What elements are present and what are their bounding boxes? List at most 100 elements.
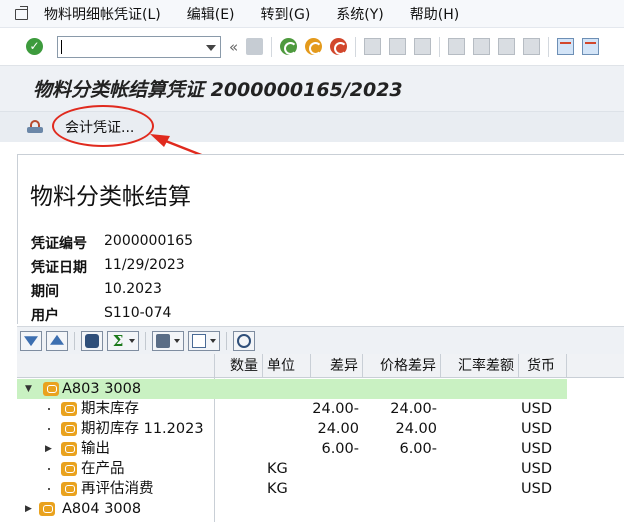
first-page-icon[interactable] [448, 38, 466, 55]
next-page-icon[interactable] [498, 38, 516, 55]
node-icon [61, 402, 77, 416]
difference-cell: 6.00- [321, 441, 359, 457]
node-label: 期初库存 11.2023 [81, 421, 204, 437]
tree-row[interactable]: 再评估消费 KG USD [17, 479, 624, 499]
grid-header: 数量 单位 差异 价格差异 汇率差额 货币 [17, 354, 624, 378]
print-button[interactable] [152, 330, 184, 351]
unit-cell [263, 399, 311, 419]
column-header-difference[interactable]: 差异 [311, 354, 363, 378]
tree-row[interactable]: ▶ 输出 6.00- 6.00- USD [17, 439, 624, 459]
difference-cell: 24.00- [312, 401, 359, 417]
column-header-quantity[interactable]: 数量 [215, 354, 263, 378]
info-icon [237, 333, 251, 348]
tree-row[interactable]: ▼ A803 3008 [17, 379, 624, 399]
node-icon [43, 382, 59, 396]
tree-dot [48, 488, 50, 490]
node-icon [39, 502, 55, 516]
command-dropdown-icon[interactable] [206, 44, 216, 51]
tree-grid: 数量 单位 差异 价格差异 汇率差额 货币 ▼ A803 3008 期末库存 2… [17, 354, 624, 522]
standard-toolbar: ✓ « [0, 28, 624, 66]
chevron-down-icon[interactable] [174, 338, 180, 343]
shortcut-icon[interactable] [582, 38, 600, 55]
prev-page-icon[interactable] [473, 38, 491, 55]
tree-row[interactable]: 期末库存 24.00- 24.00- USD [17, 399, 624, 419]
node-label: A804 3008 [62, 501, 142, 517]
command-field[interactable] [57, 35, 221, 58]
column-header-currency[interactable]: 货币 [519, 354, 567, 378]
find-next-icon[interactable] [414, 38, 432, 55]
grid-toolbar: Σ [17, 326, 624, 354]
find-icon[interactable] [389, 38, 407, 55]
doc-number-label: 凭证编号 [31, 236, 87, 252]
node-label: 期末库存 [81, 401, 139, 417]
ok-icon[interactable]: ✓ [26, 38, 43, 55]
unit-cell [263, 439, 311, 459]
node-icon [61, 462, 77, 476]
expand-all-icon [24, 336, 38, 347]
menu-item-goto[interactable]: 转到(G) [261, 4, 311, 24]
currency-cell: USD [521, 401, 552, 417]
chevron-down-icon[interactable] [129, 338, 135, 343]
price-difference-cell [363, 459, 441, 479]
document-header: 物料分类帐结算 凭证编号 2000000165 凭证日期 11/29/2023 … [17, 154, 624, 324]
currency-cell: USD [521, 421, 552, 437]
expand-all-button[interactable] [20, 330, 42, 351]
collapse-toolbar-icon[interactable]: « [229, 38, 238, 56]
print-icon[interactable] [364, 38, 382, 55]
back-icon[interactable] [280, 38, 298, 55]
expand-triangle-icon[interactable]: ▼ [25, 379, 32, 399]
sigma-icon: Σ [112, 331, 124, 350]
text-caret [61, 39, 62, 54]
tree-row[interactable]: ▶ A804 3008 [17, 499, 624, 519]
last-page-icon[interactable] [523, 38, 541, 55]
menu-item-help[interactable]: 帮助(H) [410, 4, 459, 24]
grid-toolbar-separator [226, 331, 227, 350]
layout-button[interactable] [188, 330, 220, 351]
menu-item-edit[interactable]: 编辑(E) [187, 4, 235, 24]
grid-toolbar-separator [145, 331, 146, 350]
accounting-doc-icon[interactable] [27, 120, 43, 134]
difference-cell [311, 479, 363, 499]
sum-button[interactable]: Σ [107, 330, 139, 351]
collapse-all-button[interactable] [46, 330, 68, 351]
accounting-document-button[interactable]: 会计凭证... [59, 117, 140, 137]
menu-item-system[interactable]: 系统(Y) [336, 4, 383, 24]
node-label: 在产品 [81, 461, 125, 477]
period-label: 期间 [31, 284, 59, 300]
exit-icon[interactable] [305, 38, 323, 55]
menu-exit-icon[interactable] [14, 5, 30, 21]
price-difference-cell: 24.00- [390, 401, 437, 417]
chevron-down-icon[interactable] [210, 338, 216, 343]
find-button[interactable] [81, 330, 103, 351]
currency-cell: USD [521, 461, 552, 477]
node-label: 再评估消费 [81, 481, 154, 497]
info-button[interactable] [233, 330, 255, 351]
price-difference-cell [363, 479, 441, 499]
user-value: S110-074 [104, 305, 172, 321]
node-label: 输出 [81, 441, 110, 457]
section-heading: 物料分类帐结算 [30, 184, 191, 210]
toolbar-separator [271, 36, 273, 57]
grid-toolbar-separator [74, 331, 75, 350]
column-header-unit[interactable]: 单位 [263, 354, 311, 378]
save-icon[interactable] [246, 38, 264, 55]
unit-cell: KG [267, 461, 288, 477]
title-bar: 物料分类帐结算凭证 2000000165/2023 [0, 66, 624, 112]
tree-row[interactable]: 在产品 KG USD [17, 459, 624, 479]
toolbar-separator [355, 36, 357, 57]
menu-item-material-doc[interactable]: 物料明细帐凭证(L) [44, 4, 161, 24]
tree-row[interactable]: 期初库存 11.2023 24.00 24.00 USD [17, 419, 624, 439]
doc-date-label: 凭证日期 [31, 260, 87, 276]
new-session-icon[interactable] [557, 38, 575, 55]
difference-cell: 24.00 [317, 421, 359, 437]
unit-cell [263, 419, 311, 439]
column-header-fx-difference[interactable]: 汇率差额 [441, 354, 519, 378]
expand-triangle-icon[interactable]: ▶ [45, 439, 52, 459]
price-difference-cell: 6.00- [399, 441, 437, 457]
command-input[interactable] [58, 36, 198, 57]
column-header-price-difference[interactable]: 价格差异 [363, 354, 441, 378]
expand-triangle-icon[interactable]: ▶ [25, 499, 32, 519]
cancel-icon[interactable] [330, 38, 348, 55]
menu-bar: 物料明细帐凭证(L) 编辑(E) 转到(G) 系统(Y) 帮助(H) [0, 0, 624, 28]
node-label: A803 3008 [62, 381, 142, 397]
